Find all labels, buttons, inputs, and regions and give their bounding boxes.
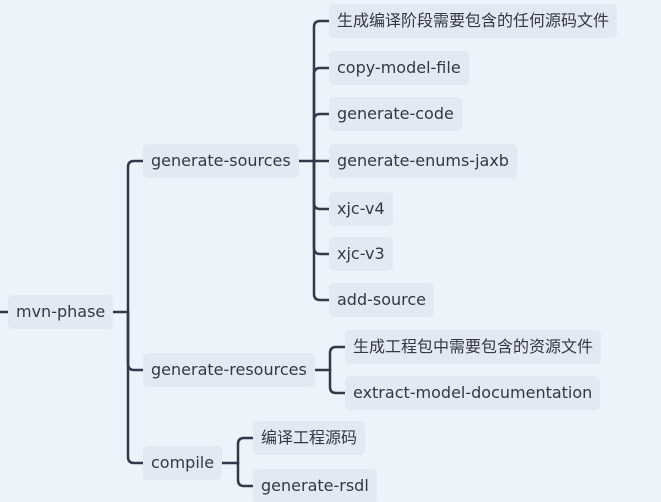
node-generate-code[interactable]: generate-code [329, 97, 462, 131]
node-extract-model-documentation[interactable]: extract-model-documentation [345, 376, 601, 410]
generate-resources-edge-1 [328, 368, 347, 395]
compile-edge-0 [236, 436, 255, 465]
root-edge-1 [126, 310, 145, 372]
node-compile-project-source[interactable]: 编译工程源码 [253, 421, 366, 455]
node-generate-enums-jaxb[interactable]: generate-enums-jaxb [329, 144, 517, 178]
node-xjc-v4[interactable]: xjc-v4 [329, 192, 393, 226]
compile-edge-1 [236, 461, 255, 488]
node-compile-source-files-desc[interactable]: 生成编译阶段需要包含的任何源码文件 [329, 4, 618, 38]
node-generate-resources[interactable]: generate-resources [143, 353, 315, 387]
node-copy-model-file[interactable]: copy-model-file [329, 51, 469, 85]
node-xjc-v3[interactable]: xjc-v3 [329, 237, 393, 271]
node-generate-rsdl[interactable]: generate-rsdl [253, 469, 377, 502]
generate-resources-edge-0 [328, 345, 347, 372]
node-add-source[interactable]: add-source [329, 283, 435, 317]
generate-sources-edge-6 [312, 159, 331, 302]
generate-sources-edge-4 [312, 159, 331, 211]
node-compile[interactable]: compile [143, 446, 223, 480]
node-generate-sources[interactable]: generate-sources [143, 144, 299, 178]
node-root-mvn-phase[interactable]: mvn-phase [8, 295, 114, 329]
root-edge-2 [126, 310, 145, 465]
generate-sources-edge-2 [312, 112, 331, 163]
mindmap-canvas: mvn-phase generate-sources generate-reso… [0, 0, 661, 502]
generate-sources-edge-0 [312, 19, 331, 163]
node-resource-files-desc[interactable]: 生成工程包中需要包含的资源文件 [345, 330, 602, 364]
root-edge-0 [126, 159, 145, 314]
